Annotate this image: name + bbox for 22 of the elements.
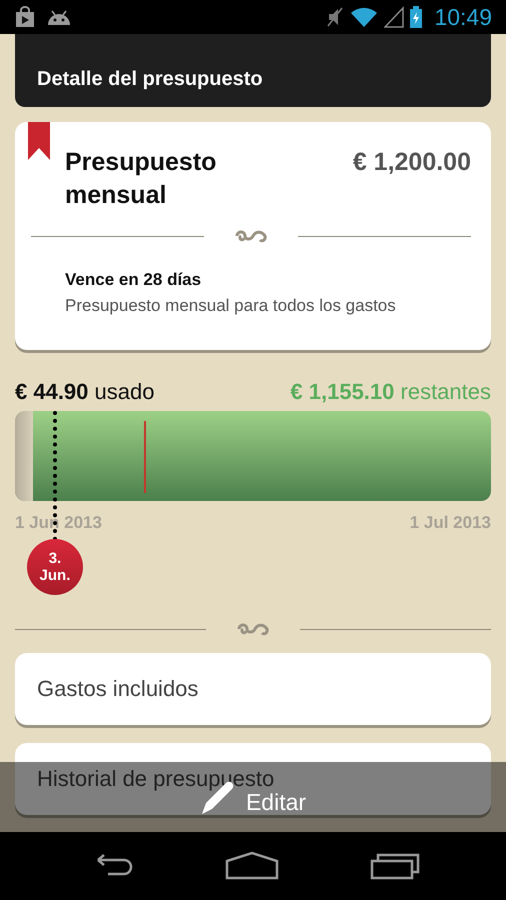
clock: 10:49 (434, 4, 492, 30)
recents-icon (370, 851, 420, 881)
budget-description: Presupuesto mensual para todos los gastos (64, 296, 397, 316)
battery-icon (410, 6, 422, 28)
screen-title: Detalle del presupuesto (37, 68, 263, 91)
flourish-icon (236, 621, 270, 637)
badge-date: 3. Jun. (38, 550, 72, 584)
start-date: 1 Jun 2013 (15, 513, 102, 533)
signal-icon (384, 6, 404, 28)
budget-name: Presupuesto mensual (65, 147, 218, 211)
mute-icon (326, 6, 344, 28)
remaining-amount: € 1,155.10 restantes (290, 379, 491, 405)
due-text: Vence en 28 días (64, 270, 202, 290)
list-item[interactable]: Historial de presupuesto (37, 766, 274, 792)
shopping-bag-icon (14, 6, 36, 28)
flourish-icon (234, 228, 268, 244)
budget-amount: € 1,200.00 (352, 147, 471, 178)
wifi-icon (350, 6, 378, 28)
list-item[interactable]: Gastos incluidos (37, 676, 198, 702)
home-icon (224, 851, 279, 881)
used-amount: € 44.90 usado (15, 379, 154, 405)
end-date: 1 Jul 2013 (410, 513, 491, 533)
